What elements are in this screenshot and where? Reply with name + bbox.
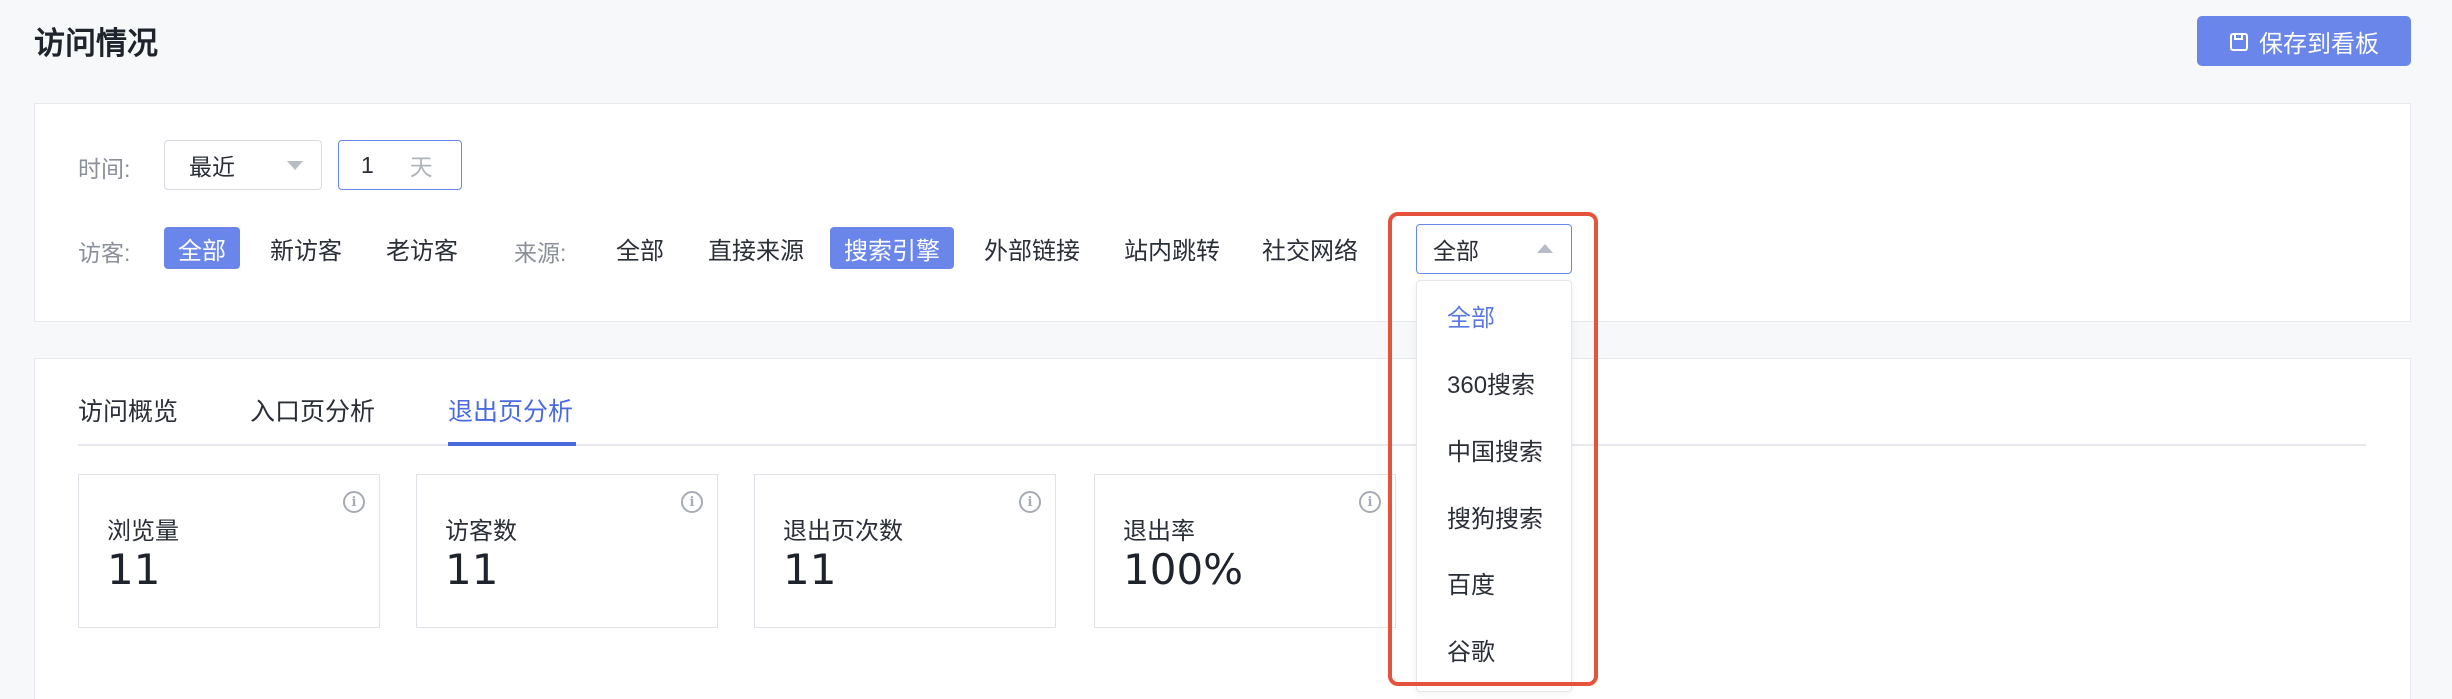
stat-card-visitors: 访客数 11 i	[416, 474, 718, 628]
dropdown-option-360[interactable]: 360搜索	[1447, 365, 1535, 400]
chevron-up-icon	[1537, 244, 1553, 253]
source-option-direct[interactable]: 直接来源	[694, 227, 818, 269]
save-button-label: 保存到看板	[2259, 30, 2379, 58]
info-icon[interactable]: i	[343, 491, 365, 513]
info-icon[interactable]: i	[681, 491, 703, 513]
tab-entry-page-analysis[interactable]: 入口页分析	[250, 392, 375, 428]
source-label: 来源:	[514, 240, 567, 266]
search-engine-select[interactable]: 全部	[1416, 224, 1572, 274]
chevron-down-icon	[287, 161, 303, 170]
dropdown-option-all[interactable]: 全部	[1447, 298, 1495, 333]
search-engine-dropdown: 全部 360搜索 中国搜索 搜狗搜索 百度 谷歌	[1416, 280, 1572, 692]
dropdown-option-sogou[interactable]: 搜狗搜索	[1447, 499, 1543, 534]
search-engine-select-value: 全部	[1433, 238, 1479, 264]
stat-label: 退出页次数	[783, 518, 903, 545]
source-option-search-engine[interactable]: 搜索引擎	[830, 227, 954, 269]
info-icon[interactable]: i	[1359, 491, 1381, 513]
stat-value: 11	[107, 545, 161, 594]
days-unit: 天	[409, 154, 433, 180]
visitor-option-all[interactable]: 全部	[164, 227, 240, 269]
tab-divider	[78, 444, 2366, 446]
active-tab-indicator	[448, 442, 576, 446]
stat-label: 访客数	[445, 518, 517, 545]
time-range-select[interactable]: 最近	[164, 140, 322, 190]
dropdown-option-chinaso[interactable]: 中国搜索	[1447, 432, 1543, 467]
tab-visit-overview[interactable]: 访问概览	[78, 392, 178, 428]
stat-value: 11	[445, 545, 499, 594]
days-value: 1	[361, 151, 374, 178]
filter-panel	[34, 103, 2411, 322]
stat-label: 浏览量	[107, 518, 179, 545]
stat-card-exit-rate: 退出率 100% i	[1094, 474, 1396, 628]
stat-card-pageviews: 浏览量 11 i	[78, 474, 380, 628]
page-title: 访问情况	[34, 26, 158, 61]
stat-card-exit-count: 退出页次数 11 i	[754, 474, 1056, 628]
source-option-social[interactable]: 社交网络	[1248, 227, 1372, 269]
tab-exit-page-analysis[interactable]: 退出页分析	[448, 392, 573, 428]
stat-value: 100%	[1123, 545, 1244, 594]
source-option-all[interactable]: 全部	[602, 227, 678, 269]
save-icon	[2229, 31, 2249, 51]
time-range-value: 最近	[189, 154, 235, 180]
visitor-label: 访客:	[78, 240, 131, 266]
stat-label: 退出率	[1123, 518, 1195, 545]
save-to-dashboard-button[interactable]: 保存到看板	[2197, 16, 2411, 66]
dropdown-option-baidu[interactable]: 百度	[1447, 565, 1495, 600]
visitor-option-returning[interactable]: 老访客	[372, 227, 472, 269]
dropdown-option-google[interactable]: 谷歌	[1447, 632, 1495, 667]
stat-value: 11	[783, 545, 837, 594]
visitor-option-new[interactable]: 新访客	[256, 227, 356, 269]
source-option-external-link[interactable]: 外部链接	[970, 227, 1094, 269]
time-label: 时间:	[78, 156, 131, 182]
days-input[interactable]: 1 天	[338, 140, 462, 190]
info-icon[interactable]: i	[1019, 491, 1041, 513]
source-option-internal-redirect[interactable]: 站内跳转	[1110, 227, 1234, 269]
